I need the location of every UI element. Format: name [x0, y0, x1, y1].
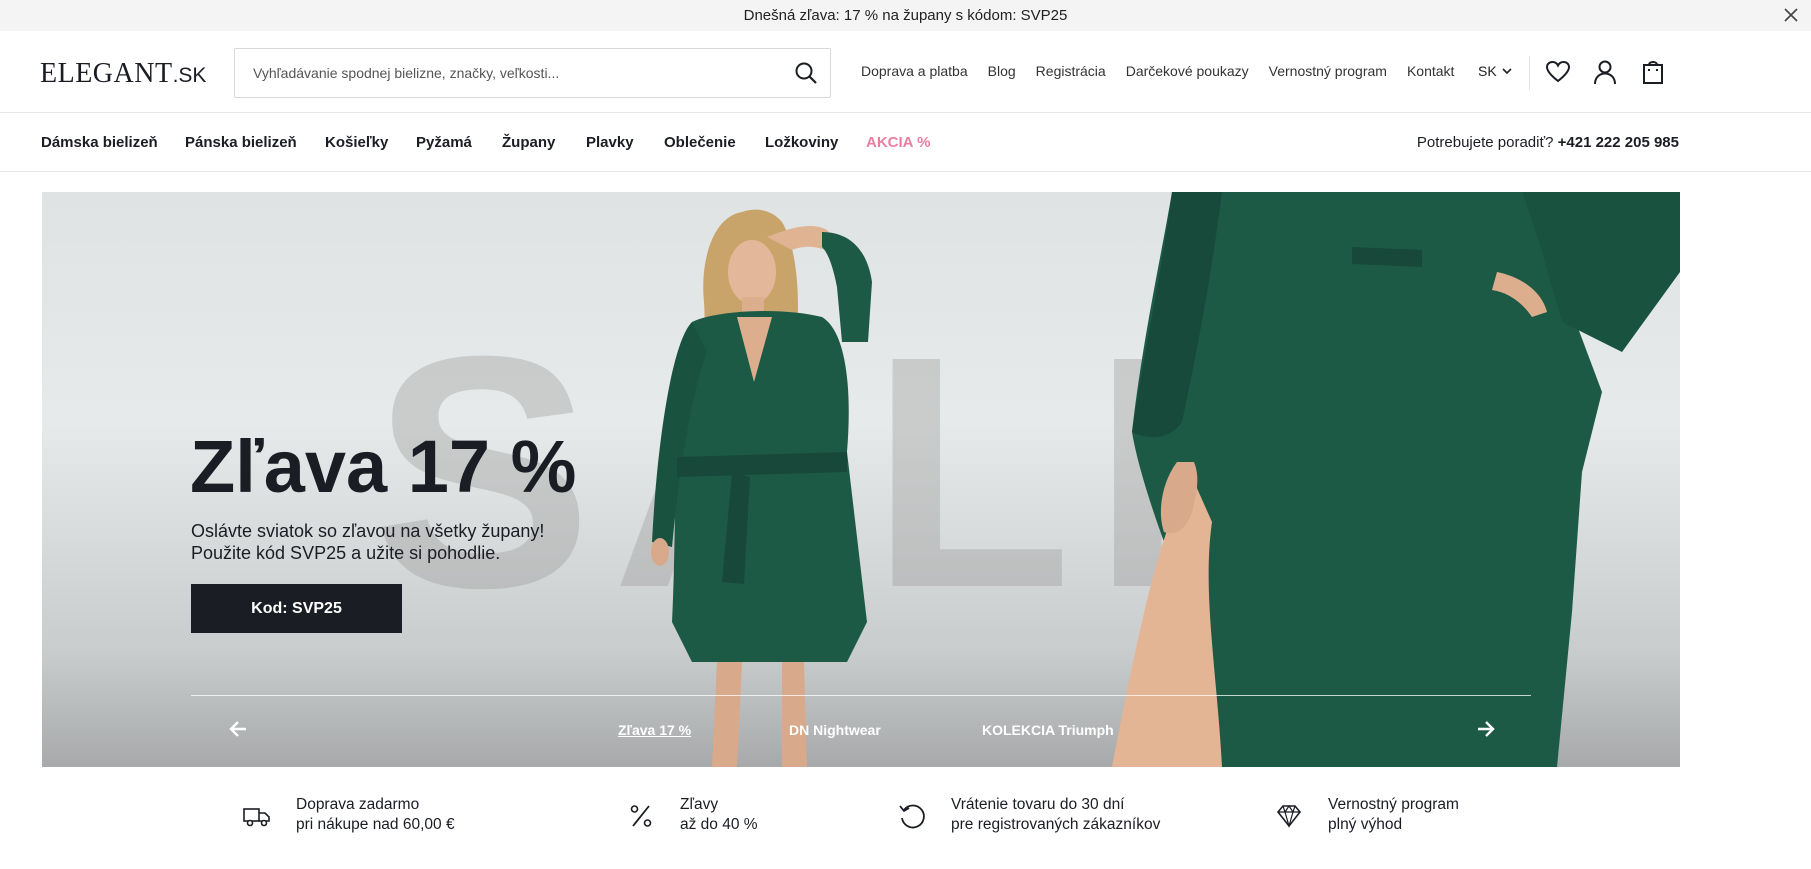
benefit-discounts: Zľavy až do 40 %: [626, 795, 758, 835]
link-blog[interactable]: Blog: [988, 63, 1016, 79]
hero-subtitle: Oslávte sviatok so zľavou na všetky župa…: [191, 520, 611, 564]
search-box: [234, 48, 831, 98]
logo[interactable]: ELEGANT.SK: [40, 58, 206, 90]
help-label: Potrebujete poradiť?: [1416, 134, 1554, 151]
arrow-right-icon[interactable]: [1474, 718, 1496, 740]
benefit-text: Zľavy až do 40 %: [680, 795, 758, 835]
hero-title: Zľava 17 %: [190, 425, 577, 508]
category-nightgowns[interactable]: Košieľky: [325, 134, 388, 151]
benefit-free-shipping: Doprava zadarmo pri nákupe nad 60,00 €: [242, 795, 455, 835]
help-contact: Potrebujete poradiť? +421 222 205 985: [1417, 134, 1679, 151]
benefit-title: Vrátenie tovaru do 30 dní: [951, 796, 1125, 813]
return-icon: [899, 804, 925, 829]
logo-suffix: .SK: [172, 64, 207, 87]
link-loyalty[interactable]: Vernostný program: [1269, 63, 1387, 79]
slide-tab-3[interactable]: KOLEKCIA Triumph: [982, 722, 1114, 738]
hero-banner[interactable]: SALE Zľava 17 % Oslávte sviatok so zľavo…: [42, 192, 1680, 767]
top-links: Doprava a platba Blog Registrácia Darček…: [861, 63, 1474, 79]
link-shipping[interactable]: Doprava a platba: [861, 63, 968, 79]
promo-code-button[interactable]: Kod: SVP25: [191, 584, 402, 633]
logo-main: ELEGANT: [40, 58, 173, 89]
link-gift-vouchers[interactable]: Darčekové poukazy: [1126, 63, 1249, 79]
link-register[interactable]: Registrácia: [1036, 63, 1106, 79]
benefit-detail: plný výhod: [1328, 816, 1403, 833]
announcement-text: Dnešná zľava: 17 % na župany s kódom: SV…: [743, 7, 1068, 24]
benefit-title: Vernostný program: [1328, 796, 1459, 813]
slide-tab-2[interactable]: DN Nightwear: [789, 722, 881, 738]
truck-icon: [243, 808, 270, 827]
help-phone[interactable]: +421 222 205 985: [1558, 134, 1679, 151]
category-pajamas[interactable]: Pyžamá: [416, 134, 472, 151]
benefit-text: Vrátenie tovaru do 30 dní pre registrova…: [951, 795, 1160, 835]
link-contact[interactable]: Kontakt: [1407, 63, 1454, 79]
category-bedding[interactable]: Ložkoviny: [765, 134, 838, 151]
announcement-bar: Dnešná zľava: 17 % na župany s kódom: SV…: [0, 0, 1811, 31]
chevron-down-icon: [1502, 68, 1512, 75]
cart-icon[interactable]: [1640, 59, 1666, 85]
hero-subtitle-line2: Použite kód SVP25 a užite si pohodlie.: [191, 543, 501, 563]
benefit-detail: pre registrovaných zákazníkov: [951, 816, 1161, 833]
benefit-text: Doprava zadarmo pri nákupe nad 60,00 €: [296, 795, 455, 835]
site-header: ELEGANT.SK Doprava a platba Blog Registr…: [0, 31, 1811, 113]
search-icon[interactable]: [794, 61, 818, 85]
benefit-title: Zľavy: [680, 796, 719, 813]
slide-tab-1[interactable]: Zľava 17 %: [618, 722, 691, 738]
percent-icon: [630, 805, 652, 827]
arrow-left-icon[interactable]: [228, 718, 250, 740]
benefit-detail: pri nákupe nad 60,00 €: [296, 816, 455, 833]
diamond-icon: [1276, 804, 1302, 829]
benefit-returns: Vrátenie tovaru do 30 dní pre registrova…: [897, 795, 1160, 835]
header-divider: [1529, 56, 1530, 90]
category-clothing[interactable]: Oblečenie: [664, 134, 736, 151]
category-womens-lingerie[interactable]: Dámska bielizeň: [41, 134, 158, 151]
close-icon[interactable]: [1781, 5, 1801, 25]
category-swimwear[interactable]: Plavky: [586, 134, 634, 151]
category-sale[interactable]: AKCIA %: [866, 134, 930, 151]
benefit-title: Doprava zadarmo: [296, 796, 420, 813]
benefit-detail: až do 40 %: [680, 816, 758, 833]
category-mens-underwear[interactable]: Pánska bielizeň: [185, 134, 297, 151]
language-label: SK: [1478, 63, 1497, 79]
search-input[interactable]: [253, 49, 773, 97]
model-image-left: [651, 209, 872, 767]
benefit-loyalty: Vernostný program plný výhod: [1274, 795, 1459, 835]
model-image-right: [1112, 192, 1680, 767]
benefit-text: Vernostný program plný výhod: [1328, 795, 1459, 835]
benefits-bar: Doprava zadarmo pri nákupe nad 60,00 € Z…: [0, 785, 1811, 869]
heart-icon[interactable]: [1545, 59, 1571, 85]
hero-subtitle-line1: Oslávte sviatok so zľavou na všetky župa…: [191, 521, 545, 541]
user-icon[interactable]: [1592, 59, 1618, 85]
category-nav: Dámska bielizeň Pánska bielizeň Košieľky…: [0, 114, 1811, 172]
language-selector[interactable]: SK: [1478, 63, 1513, 79]
category-robes[interactable]: Župany: [502, 134, 555, 151]
slider-divider: [191, 695, 1531, 696]
